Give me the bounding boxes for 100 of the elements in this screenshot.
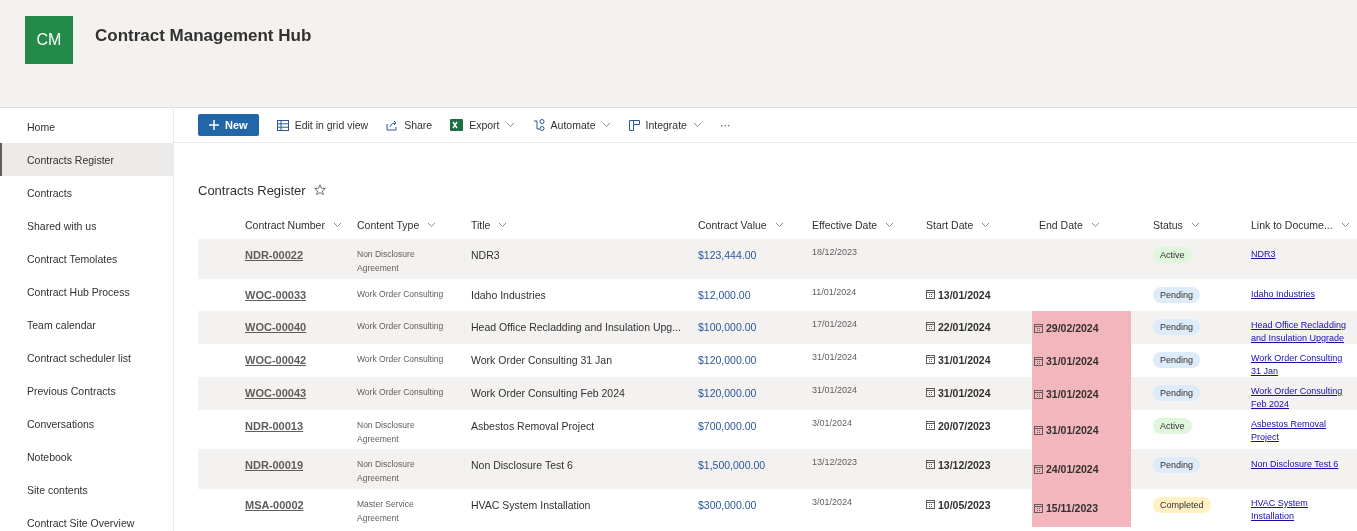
document-link[interactable]: Work Order Consulting Feb 2024 <box>1251 385 1349 411</box>
effective-date-text: 31/01/2024 <box>812 352 858 362</box>
contract-value-text: $700,000.00 <box>698 420 757 432</box>
calendar-icon <box>926 289 935 299</box>
toolbar-button[interactable]: Edit in grid view <box>276 119 369 131</box>
title-text: HVAC System Installation <box>471 499 591 511</box>
contract-number-link[interactable]: MSA-00002 <box>245 499 304 511</box>
toolbar-button[interactable]: Automate <box>532 119 611 131</box>
start-date-text: 20/07/2023 <box>938 420 991 432</box>
nav-item[interactable]: Notebook <box>0 440 173 473</box>
calendar-icon <box>1034 464 1043 474</box>
document-link[interactable]: NDR3 <box>1251 248 1276 261</box>
contract-number-link[interactable]: NDR-00019 <box>245 459 304 471</box>
content-type-text: Work Order Consulting <box>357 321 444 331</box>
table-row[interactable]: WOC-00043 Work Order Consulting Work Order Consulting Feb 2024 $120,000.00 31/01/2024 31/01/2024 31/01/2024 Pending Work Order Consulting Feb 2024 <box>198 377 1357 410</box>
chevron-down-icon <box>427 222 437 228</box>
grid-icon <box>276 119 289 131</box>
nav-item[interactable]: Contract Site Overview <box>0 506 173 531</box>
column-header[interactable]: Effective Date <box>805 211 919 239</box>
chevron-down-icon <box>774 222 784 228</box>
nav-item[interactable]: Previous Contracts <box>0 374 173 407</box>
site-logo: CM <box>25 16 73 64</box>
end-date-cell: 15/11/2023 <box>1032 489 1131 527</box>
calendar-icon <box>1034 503 1043 513</box>
effective-date-text: 11/01/2024 <box>812 287 857 297</box>
column-header[interactable]: Title <box>464 211 691 239</box>
table-row[interactable]: WOC-00042 Work Order Consulting Work Order Consulting 31 Jan $120,000.00 31/01/2024 31/01/2024 31/01/2024 Pending Work Order Consulting 31 Jan <box>198 344 1357 377</box>
content-type-text: Work Order Consulting <box>357 289 444 299</box>
chevron-down-icon <box>1190 222 1200 228</box>
status-pill: Pending <box>1153 457 1201 473</box>
contract-number-link[interactable]: WOC-00043 <box>245 387 307 399</box>
end-date-cell: 29/02/2024 <box>1032 311 1131 345</box>
column-header[interactable]: End Date <box>1032 211 1146 239</box>
table-row[interactable]: MSA-00002 Master Service Agreement HVAC System Installation $300,000.00 3/01/2024 10/05/2023 15/11/2023 Completed HVAC System Installation <box>198 489 1357 527</box>
table-row[interactable]: WOC-00040 Work Order Consulting Head Office Recladding and Insulation Upg... $100,000.00 17/01/2024 22/01/2024 29/02/2024 Pending Head Office Recladding and Insulation Upgrade <box>198 311 1357 344</box>
content-type-text: Non Disclosure Agreement <box>357 420 415 444</box>
document-link[interactable]: Work Order Consulting 31 Jan <box>1251 352 1349 378</box>
column-header[interactable]: Link to Docume... <box>1244 211 1356 239</box>
start-date-text: 13/01/2024 <box>938 289 991 301</box>
table-row[interactable]: WOC-00033 Work Order Consulting Idaho Industries $12,000.00 11/01/2024 13/01/2024 Pending Idaho Industries <box>198 279 1357 311</box>
nav-item[interactable]: Contract Hub Process <box>0 275 173 308</box>
nav-item[interactable]: Contract Temolates <box>0 242 173 275</box>
end-date-cell: 31/01/2024 <box>1032 344 1131 378</box>
content-type-text: Work Order Consulting <box>357 354 444 364</box>
toolbar-button[interactable]: Share <box>386 119 433 131</box>
contract-number-link[interactable]: WOC-00042 <box>245 354 307 366</box>
nav-item[interactable]: Contracts Register <box>0 143 173 176</box>
nav-item[interactable]: Contract scheduler list <box>0 341 173 374</box>
toolbar-button[interactable]: Export <box>450 119 515 131</box>
column-header[interactable]: Start Date <box>919 211 1032 239</box>
chevron-down-icon <box>1340 222 1350 228</box>
nav-item[interactable]: Site contents <box>0 473 173 506</box>
table-row[interactable]: NDR-00022 Non Disclosure Agreement NDR3 $123,444.00 18/12/2023 Active NDR3 <box>198 239 1357 279</box>
table-row[interactable]: NDR-00019 Non Disclosure Agreement Non Disclosure Test 6 $1,500,000.00 13/12/2023 13/12/2023 24/01/2024 Pending Non Disclosure Test 6 <box>198 449 1357 489</box>
contract-value-text: $120,000.00 <box>698 387 757 399</box>
start-date-text: 31/01/2024 <box>938 387 991 399</box>
document-link[interactable]: HVAC System Installation <box>1251 497 1349 523</box>
document-link[interactable]: Idaho Industries <box>1251 288 1316 301</box>
calendar-icon <box>926 354 935 364</box>
end-date-cell: 31/01/2024 <box>1032 410 1131 449</box>
site-title: Contract Management Hub <box>95 26 312 46</box>
document-link[interactable]: Asbestos Removal Project <box>1251 418 1349 444</box>
column-header[interactable]: Contract Value <box>691 211 805 239</box>
more-button[interactable]: ··· <box>719 119 731 131</box>
content-type-text: Work Order Consulting <box>357 387 444 397</box>
chevron-down-icon <box>1090 222 1100 228</box>
new-button[interactable]: New <box>198 114 259 136</box>
column-header[interactable]: Status <box>1146 211 1244 239</box>
calendar-icon <box>926 459 935 469</box>
star-icon[interactable] <box>313 184 326 196</box>
chevron-down-icon <box>981 222 991 228</box>
chevron-down-icon <box>692 122 702 128</box>
column-header[interactable]: Content Type <box>350 211 464 239</box>
content-type-text: Non Disclosure Agreement <box>357 459 415 483</box>
contract-number-link[interactable]: WOC-00040 <box>245 321 307 333</box>
calendar-icon <box>1034 424 1043 435</box>
document-link[interactable]: Non Disclosure Test 6 <box>1251 458 1339 471</box>
contract-number-link[interactable]: NDR-00013 <box>245 420 304 432</box>
title-text: Asbestos Removal Project <box>471 420 595 432</box>
effective-date-text: 31/01/2024 <box>812 385 858 395</box>
table-row[interactable]: NDR-00013 Non Disclosure Agreement Asbestos Removal Project $700,000.00 3/01/2024 20/07/2023 31/01/2024 Active Asbestos Removal Project <box>198 410 1357 449</box>
contract-number-link[interactable]: WOC-00033 <box>245 289 307 301</box>
contract-number-link[interactable]: NDR-00022 <box>245 249 304 261</box>
nav-item[interactable]: Shared with us <box>0 209 173 242</box>
flow-icon <box>532 119 545 131</box>
toolbar-button[interactable]: Integrate <box>628 119 702 131</box>
nav-item[interactable]: Home <box>0 110 173 143</box>
start-date-text: 13/12/2023 <box>938 459 991 471</box>
nav-item[interactable]: Team calendar <box>0 308 173 341</box>
end-date-cell: 24/01/2024 <box>1032 449 1131 489</box>
column-header[interactable]: Contract Number <box>238 211 350 239</box>
nav-item[interactable]: Conversations <box>0 407 173 440</box>
nav-item[interactable]: Contracts <box>0 176 173 209</box>
contract-value-text: $120,000.00 <box>698 354 757 366</box>
calendar-icon <box>1034 389 1043 399</box>
document-link[interactable]: Head Office Recladding and Insulation Upgrade <box>1251 319 1349 345</box>
status-pill: Pending <box>1153 352 1201 368</box>
spreadsheet-icon <box>450 119 464 131</box>
calendar-icon <box>926 321 935 331</box>
contract-value-text: $12,000.00 <box>698 289 751 301</box>
